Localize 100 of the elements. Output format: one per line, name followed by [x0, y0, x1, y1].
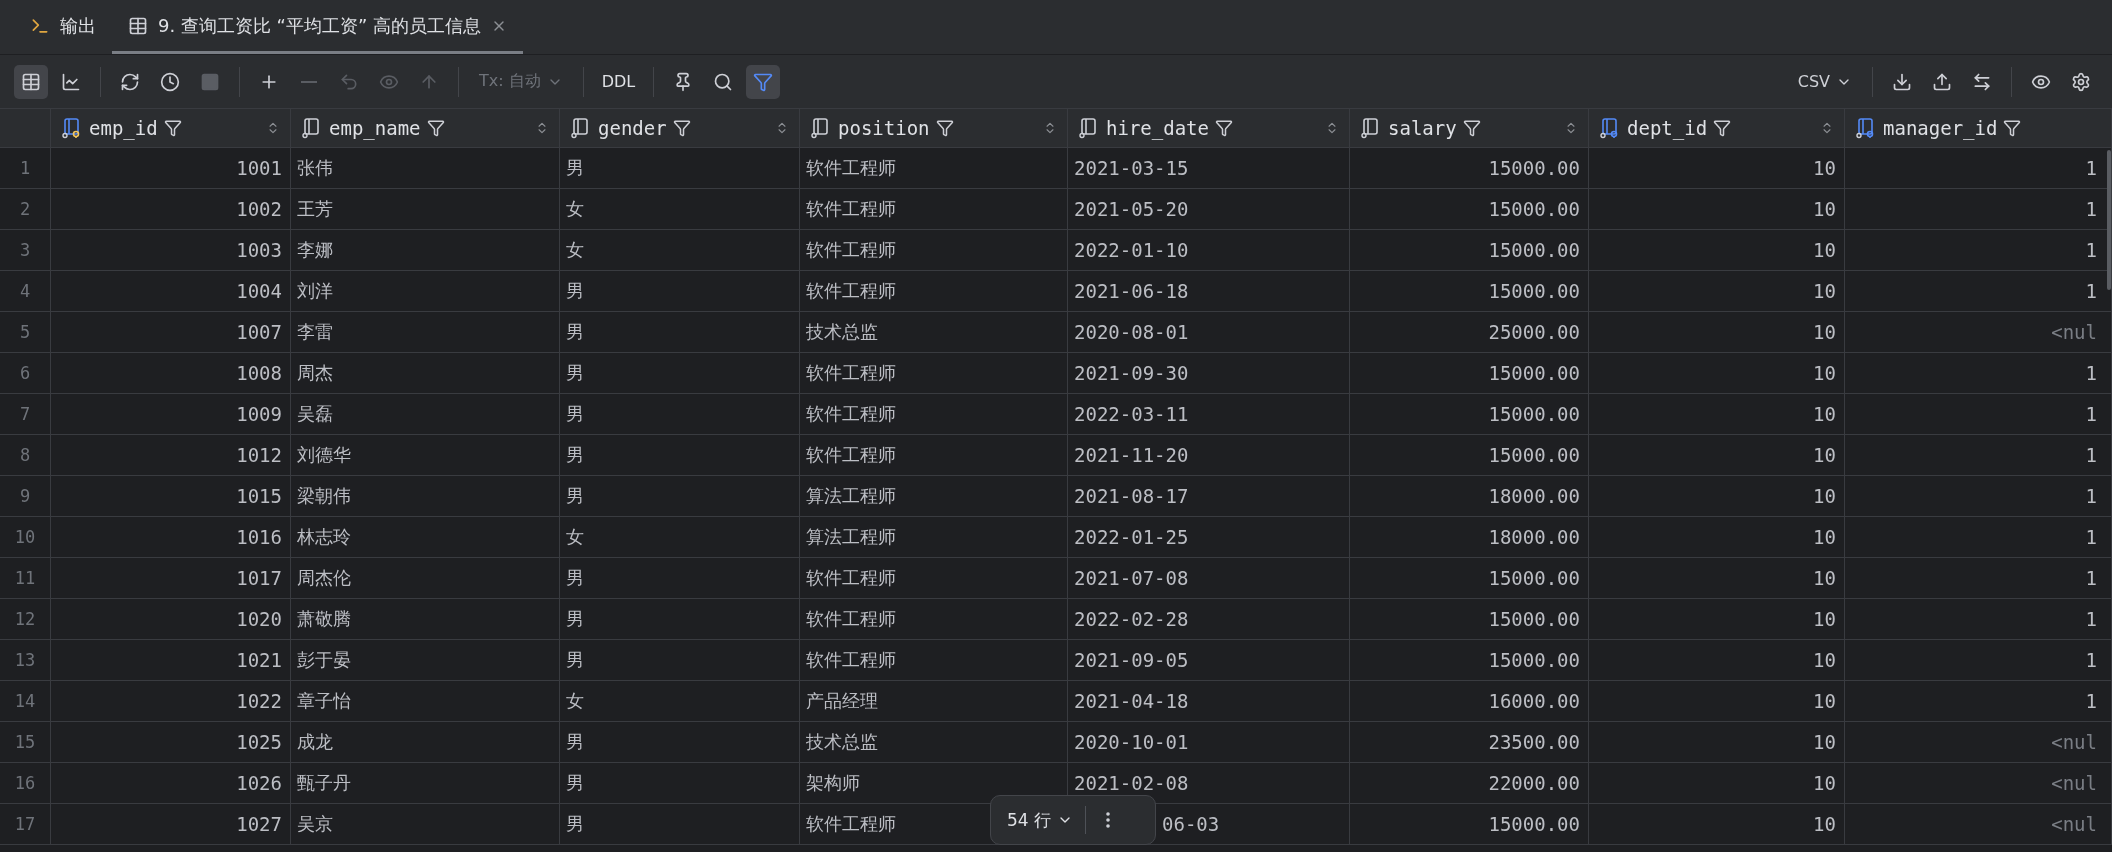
- table-cell: 男: [566, 566, 584, 590]
- table-cell: 15000.00: [1488, 280, 1580, 302]
- table-cell: 10: [1813, 567, 1836, 589]
- filter-button[interactable]: [746, 64, 781, 99]
- table-cell: 15000.00: [1488, 362, 1580, 384]
- dropdown-label: 54 行: [1007, 808, 1052, 832]
- table-cell: 软件工程师: [806, 197, 896, 221]
- table-cell: 1004: [236, 280, 282, 302]
- table-cell: 1025: [236, 731, 282, 753]
- row-number: 7: [0, 394, 51, 434]
- row-number: 1: [0, 148, 51, 188]
- editor-tab[interactable]: 输出: [14, 0, 112, 54]
- column-name: salary: [1388, 117, 1457, 139]
- table-cell: 15000.00: [1488, 444, 1580, 466]
- table-cell: 10: [1813, 772, 1836, 794]
- column-header[interactable]: gender: [560, 109, 800, 147]
- table-cell: 男: [566, 771, 584, 795]
- table-cell: 产品经理: [806, 689, 878, 713]
- table-cell: 1: [2085, 444, 2097, 466]
- table-cell: 男: [566, 812, 584, 836]
- table-cell: 刘洋: [297, 279, 333, 303]
- table-cell: 男: [566, 443, 584, 467]
- table-cell: 1: [2085, 485, 2097, 507]
- table-cell: 23500.00: [1488, 731, 1580, 753]
- table-cell: 男: [566, 156, 584, 180]
- table-cell: 2020-10-01: [1074, 731, 1189, 753]
- null-value: <nul: [2051, 772, 2097, 794]
- table-cell: 男: [566, 320, 584, 344]
- clock-icon: [160, 71, 180, 92]
- filter-icon[interactable]: [163, 119, 182, 137]
- column-name: dept_id: [1627, 117, 1708, 139]
- row-number: 8: [0, 435, 51, 475]
- table-cell: 10: [1813, 731, 1836, 753]
- table-cell: 技术总监: [806, 730, 878, 754]
- row-number: 13: [0, 640, 51, 680]
- column-header[interactable]: emp_name: [291, 109, 560, 147]
- table-cell: 章子怡: [297, 689, 351, 713]
- table-cell: 吴京: [297, 812, 333, 836]
- null-value: <nul: [2051, 321, 2097, 343]
- table-cell: 2021-06-18: [1074, 280, 1189, 302]
- filter-icon[interactable]: [672, 119, 691, 137]
- table-cell: 10: [1813, 649, 1836, 671]
- table-cell: 1021: [236, 649, 282, 671]
- column-header[interactable]: emp_id: [51, 109, 291, 147]
- table-cell: 10: [1813, 362, 1836, 384]
- column-name: gender: [598, 117, 667, 139]
- column-header[interactable]: salary: [1350, 109, 1589, 147]
- table-cell: 10: [1813, 239, 1836, 261]
- table-cell: 2022-01-25: [1074, 526, 1189, 548]
- filter-icon[interactable]: [1214, 119, 1233, 137]
- table-cell: 2022-03-11: [1074, 403, 1189, 425]
- table-cell: 2021-09-30: [1074, 362, 1189, 384]
- table-cell: 男: [566, 648, 584, 672]
- table-cell: 周杰伦: [297, 566, 351, 590]
- filter-icon[interactable]: [1713, 119, 1732, 137]
- table-cell: 15000.00: [1488, 567, 1580, 589]
- table-cell: 软件工程师: [806, 279, 896, 303]
- upload-icon: [1932, 71, 1952, 92]
- table-cell: 06-03: [1162, 813, 1220, 835]
- table-cell: 1: [2085, 526, 2097, 548]
- table-cell: 李娜: [297, 238, 333, 262]
- filter-icon[interactable]: [935, 119, 954, 137]
- table-cell: 10: [1813, 485, 1836, 507]
- table-cell: 1: [2085, 567, 2097, 589]
- table-cell: 2021-02-08: [1074, 772, 1189, 794]
- row-number: 9: [0, 476, 51, 516]
- minus-icon: [301, 80, 317, 83]
- table-cell: 1022: [236, 690, 282, 712]
- table-view-button[interactable]: [14, 64, 48, 99]
- column-header[interactable]: dept_id: [1589, 109, 1845, 147]
- table-cell: 1026: [236, 772, 282, 794]
- dropdown-label: Tx: 自动: [479, 71, 541, 92]
- null-value: <nul: [2051, 731, 2097, 753]
- table-cell: 10: [1813, 403, 1836, 425]
- column-header[interactable]: position: [800, 109, 1068, 147]
- table-cell: 甄子丹: [297, 771, 351, 795]
- table-cell: 1: [2085, 198, 2097, 220]
- table-cell: 王芳: [297, 197, 333, 221]
- table-cell: 软件工程师: [806, 361, 896, 385]
- table-cell: 萧敬腾: [297, 607, 351, 631]
- table-cell: 15000.00: [1488, 157, 1580, 179]
- filter-icon[interactable]: [2003, 119, 2022, 137]
- ddl-button[interactable]: DDL: [595, 72, 642, 91]
- dropdown-label: CSV: [1797, 72, 1830, 91]
- column-header[interactable]: manager_id: [1845, 109, 2112, 147]
- filter-icon[interactable]: [1462, 119, 1481, 137]
- table-cell: 10: [1813, 444, 1836, 466]
- column-name: manager_id: [1883, 117, 1998, 139]
- table-cell: 2021-07-08: [1074, 567, 1189, 589]
- column-header[interactable]: hire_date: [1068, 109, 1350, 147]
- table-cell: 15000.00: [1488, 813, 1580, 835]
- table-cell: 成龙: [297, 730, 333, 754]
- table-cell: 10: [1813, 813, 1836, 835]
- table-cell: 软件工程师: [806, 402, 896, 426]
- filter-icon[interactable]: [426, 119, 445, 137]
- table-cell: 2021-03-15: [1074, 157, 1189, 179]
- settings-icon: [2071, 71, 2091, 92]
- table-cell: 软件工程师: [806, 566, 896, 590]
- export-format-dropdown[interactable]: CSV: [1789, 72, 1860, 91]
- table-cell: 10: [1813, 280, 1836, 302]
